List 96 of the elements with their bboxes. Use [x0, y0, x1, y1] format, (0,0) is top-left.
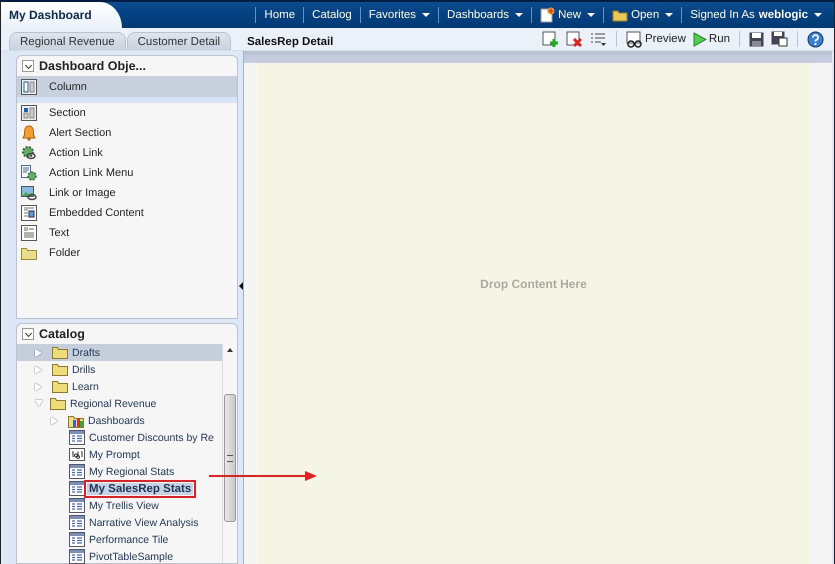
- catalog-row[interactable]: My Trellis View: [17, 497, 222, 514]
- catalog-item-label: Customer Discounts by Re: [88, 432, 215, 444]
- preview-icon: [626, 30, 643, 48]
- dropdown-arrow-icon: [814, 13, 822, 17]
- object-item[interactable]: Action Link Menu: [17, 163, 237, 183]
- catalog-row[interactable]: Narrative View Analysis: [17, 514, 222, 531]
- page-plus-icon: [542, 30, 559, 48]
- bell-icon: [21, 125, 37, 141]
- nav-menu[interactable]: Dashboards: [441, 7, 530, 23]
- delete-page-button[interactable]: [564, 30, 585, 48]
- dropdown-arrow-icon: [587, 13, 596, 17]
- dropdown-arrow-icon: [665, 13, 674, 17]
- column-icon: [21, 79, 37, 95]
- scrollbar[interactable]: [222, 344, 237, 563]
- object-item[interactable]: Column: [17, 77, 237, 103]
- dropdown-arrow-icon: [515, 13, 524, 17]
- catalog-row[interactable]: PivotTableSample: [17, 548, 222, 564]
- table-view-icon: [69, 481, 85, 496]
- save-button[interactable]: [747, 30, 766, 48]
- catalog-row[interactable]: Regional Revenue: [17, 395, 222, 412]
- image-link-icon: [21, 185, 37, 201]
- object-item[interactable]: Alert Section: [17, 123, 237, 143]
- dropdown-arrow-icon: [422, 13, 430, 17]
- text-document-icon: [21, 225, 37, 241]
- object-item[interactable]: Action Link: [17, 143, 237, 163]
- catalog-item-label: My Regional Stats: [88, 466, 176, 478]
- nav-link[interactable]: Catalog: [306, 7, 358, 23]
- play-icon: [692, 32, 707, 46]
- embedded-content-icon: [21, 205, 37, 221]
- table-view-icon: [69, 532, 85, 547]
- help-button[interactable]: [805, 30, 826, 48]
- folder-icon: [612, 8, 628, 22]
- collapse-toggle[interactable]: [22, 60, 34, 72]
- catalog-item-label: My SalesRep Stats: [87, 482, 194, 494]
- catalog-item-label: Dashboards: [87, 414, 146, 426]
- catalog-row[interactable]: Drills: [17, 361, 222, 378]
- help-icon: [807, 30, 824, 48]
- new-document-icon: [540, 7, 556, 23]
- run-button[interactable]: Run: [690, 30, 732, 48]
- catalog-row[interactable]: My SalesRep Stats: [17, 480, 222, 497]
- page-delete-icon: [566, 30, 583, 48]
- object-item[interactable]: Folder: [17, 243, 237, 263]
- catalog-row[interactable]: Performance Tile: [17, 531, 222, 548]
- scroll-up-arrow-icon: [227, 348, 233, 352]
- nav-menu[interactable]: Open: [606, 6, 680, 24]
- folder-icon: [50, 397, 66, 410]
- catalog-item-label: Regional Revenue: [69, 398, 158, 410]
- catalog-item-label: Performance Tile: [88, 534, 170, 546]
- folder-icon: [52, 380, 68, 393]
- catalog-item-label: My Trellis View: [88, 500, 160, 512]
- folder-icon: [52, 363, 68, 376]
- app-title: My Dashboard: [1, 2, 122, 28]
- section-icon: [21, 105, 37, 121]
- panel-title: Dashboard Obje...: [39, 59, 146, 73]
- table-view-icon: [69, 498, 85, 513]
- catalog-row[interactable]: My Prompt: [17, 446, 222, 463]
- catalog-row[interactable]: Customer Discounts by Re: [17, 429, 222, 446]
- folder-icon: [21, 246, 37, 260]
- drop-placeholder: Drop Content Here: [480, 276, 587, 290]
- nav-link[interactable]: Home: [258, 7, 302, 23]
- object-item[interactable]: Text: [17, 223, 237, 243]
- catalog-row[interactable]: My Regional Stats: [17, 463, 222, 480]
- nav-menu[interactable]: Favorites: [362, 7, 436, 23]
- page-tab[interactable]: Regional Revenue: [9, 32, 126, 50]
- object-item[interactable]: Embedded Content: [17, 203, 237, 223]
- folder-icon: [52, 346, 68, 359]
- save-as-button[interactable]: [769, 30, 790, 48]
- table-view-icon: [69, 464, 85, 479]
- nav-menu[interactable]: New: [534, 5, 602, 25]
- preview-button[interactable]: Preview: [624, 30, 688, 48]
- gear-menu-icon: [21, 165, 37, 181]
- table-view-icon: [69, 430, 85, 445]
- save-icon: [749, 32, 764, 46]
- catalog-item-label: Drills: [71, 364, 96, 376]
- gear-link-icon: [21, 145, 37, 161]
- object-item[interactable]: Section: [17, 103, 237, 123]
- catalog-item-label: Drafts: [71, 346, 102, 358]
- collapse-toggle[interactable]: [22, 328, 34, 340]
- user-menu[interactable]: weblogic: [754, 7, 828, 23]
- object-item[interactable]: Link or Image: [17, 183, 237, 203]
- catalog-row[interactable]: Drafts: [17, 344, 222, 361]
- prompt-icon: [69, 448, 85, 461]
- catalog-item-label: My Prompt: [88, 448, 141, 460]
- catalog-item-label: PivotTableSample: [88, 550, 174, 562]
- page-tab[interactable]: Customer Detail: [126, 32, 232, 50]
- signed-in-label: Signed In As: [689, 9, 755, 21]
- table-view-icon: [69, 515, 85, 530]
- catalog-item-label: Learn: [71, 380, 100, 392]
- dashboard-folder-icon: [68, 414, 84, 428]
- add-page-button[interactable]: [540, 30, 561, 48]
- catalog-row[interactable]: Learn: [17, 378, 222, 395]
- scrollbar-thumb[interactable]: [224, 394, 236, 522]
- catalog-item-label: Narrative View Analysis: [88, 516, 200, 528]
- save-as-icon: [771, 31, 788, 47]
- panel-title: Catalog: [39, 327, 85, 341]
- list-icon: [590, 32, 607, 46]
